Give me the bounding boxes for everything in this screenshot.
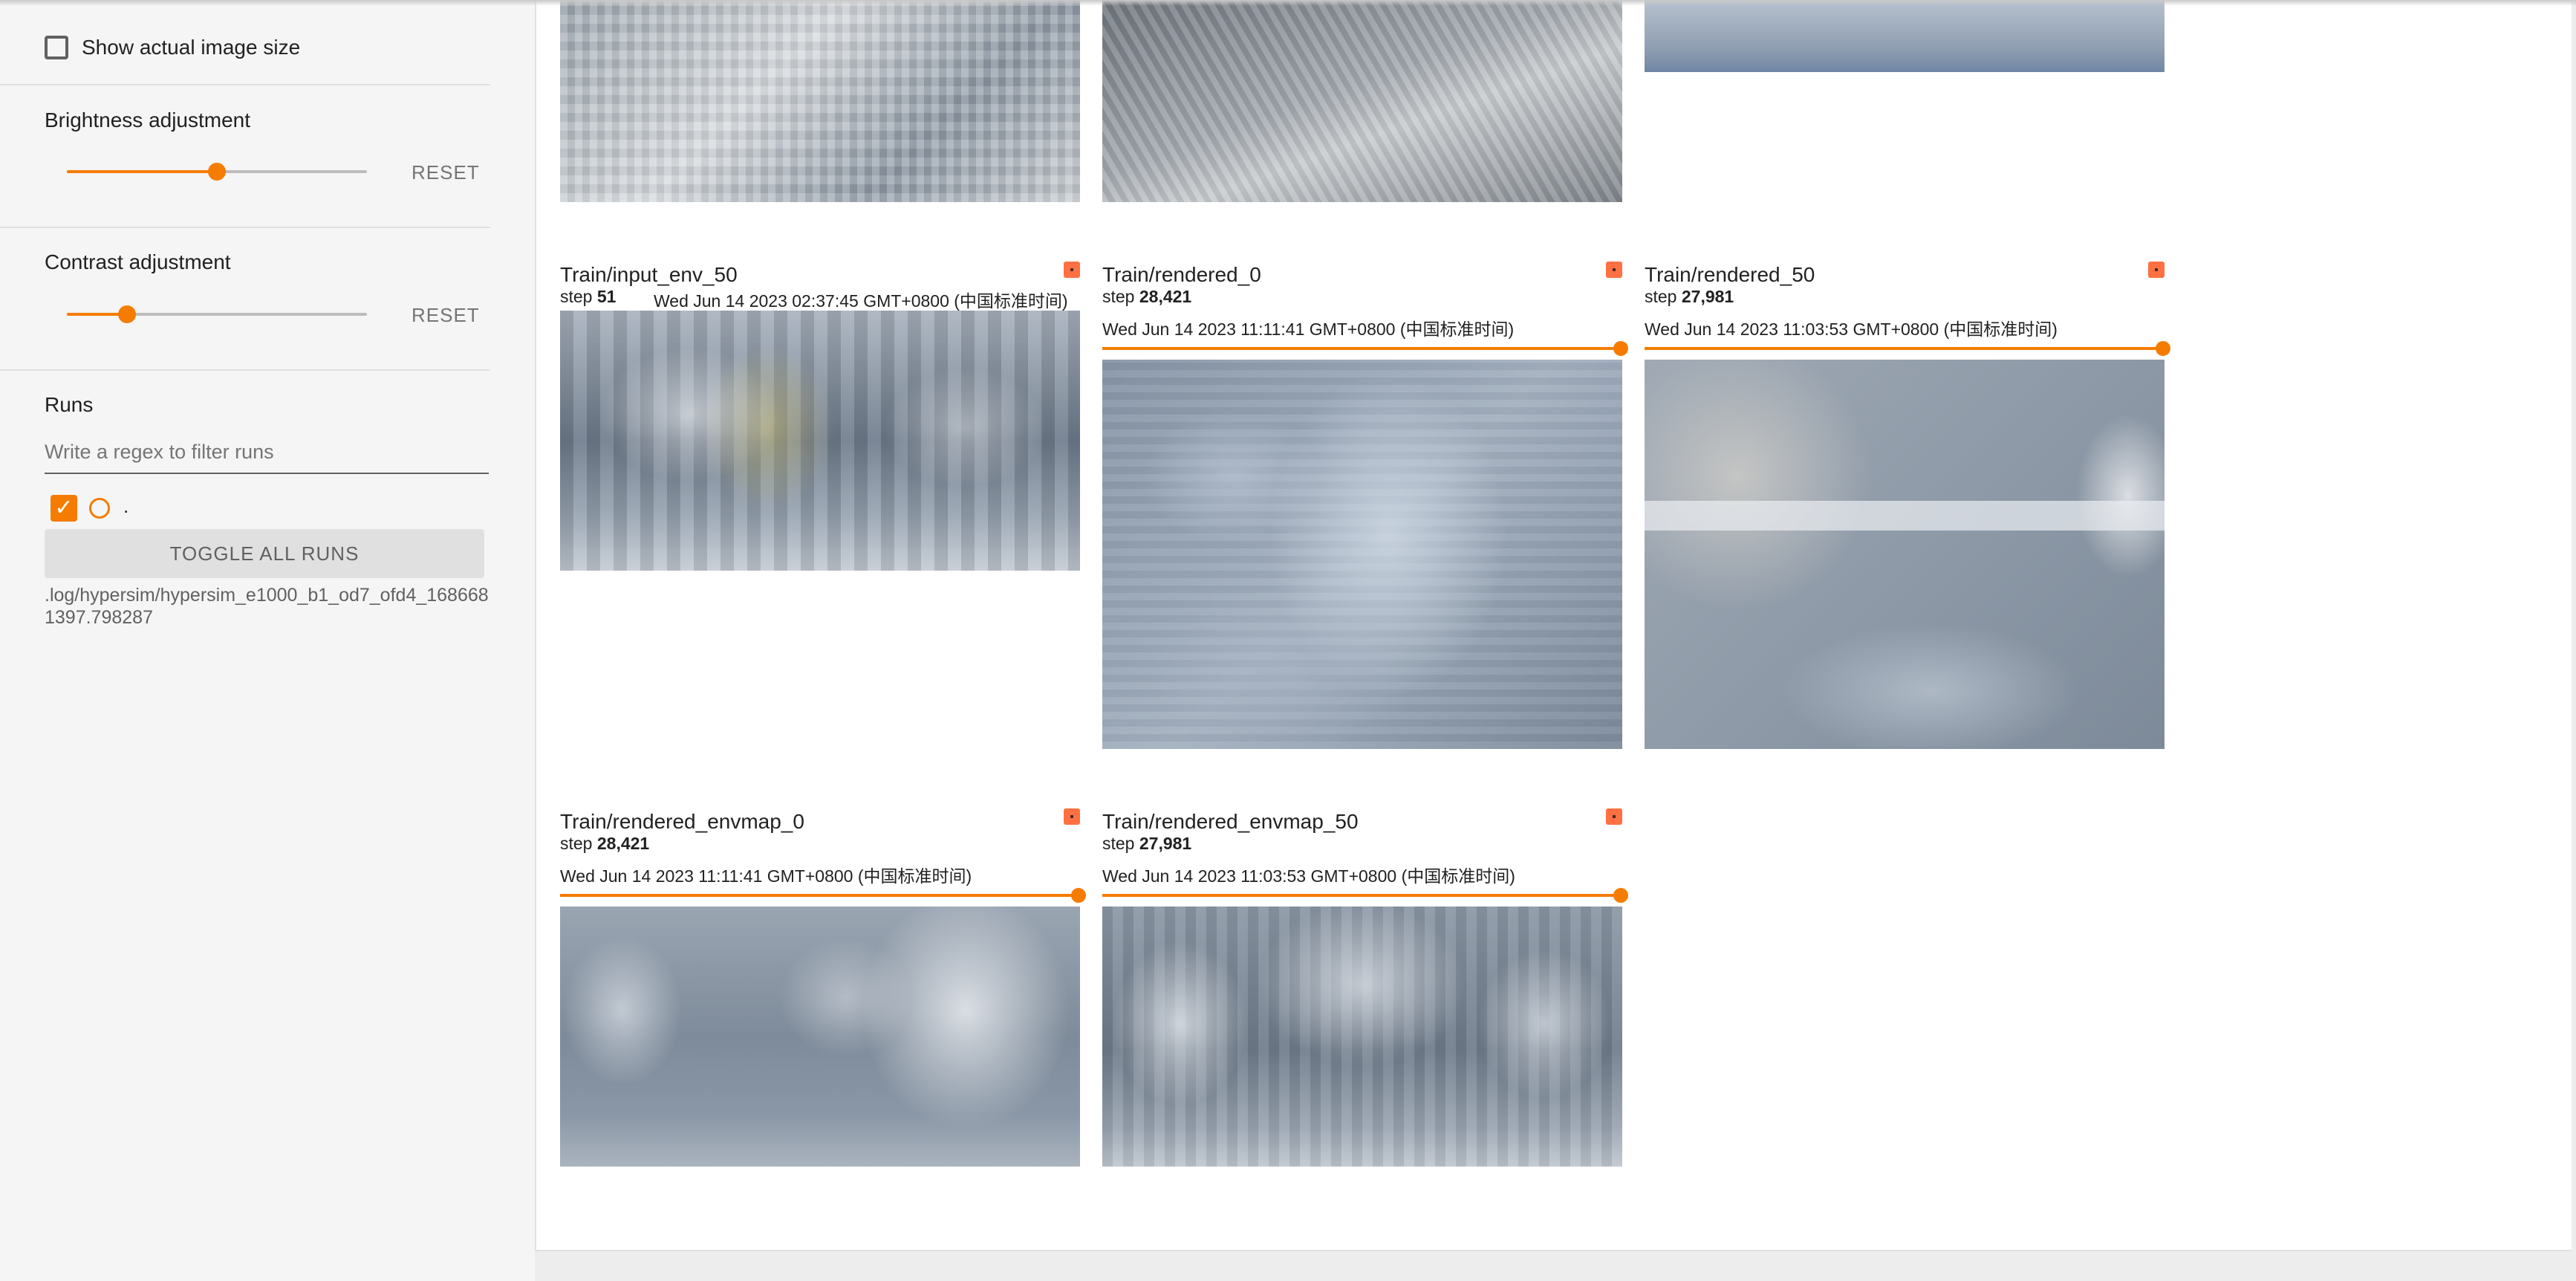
card-image[interactable] xyxy=(560,907,1080,1167)
card-title: Train/input_env_50 xyxy=(560,263,738,286)
run-name: . xyxy=(123,495,129,517)
step-slider-thumb[interactable] xyxy=(1071,888,1086,903)
card-image[interactable] xyxy=(1645,0,2164,72)
run-color-icon[interactable] xyxy=(89,498,110,519)
image-card-rendered-envmap-0: Train/rendered_envmap_0 step 28,421 Wed … xyxy=(560,808,1086,1170)
card-title: Train/rendered_50 xyxy=(1645,263,1815,286)
brightness-label: Brightness adjustment xyxy=(45,108,251,132)
card-image[interactable] xyxy=(1645,360,2164,749)
step-indicator: step 28,421 xyxy=(560,834,650,853)
show-actual-size-checkbox[interactable] xyxy=(45,36,68,59)
card-menu-icon[interactable] xyxy=(2148,262,2164,278)
divider xyxy=(0,369,490,371)
timestamp: Wed Jun 14 2023 11:03:53 GMT+0800 (中国标准时… xyxy=(1645,320,2058,339)
contrast-slider[interactable] xyxy=(67,305,367,323)
show-actual-size-label: Show actual image size xyxy=(82,36,301,59)
brightness-slider[interactable] xyxy=(67,163,367,181)
card-title: Train/rendered_envmap_50 xyxy=(1102,810,1359,833)
top-shadow xyxy=(0,0,2576,6)
image-card-rendered-0: Train/rendered_0 step 28,421 Wed Jun 14 … xyxy=(1102,262,1628,750)
step-indicator: step 28,421 xyxy=(1102,287,1192,306)
card-menu-icon[interactable] xyxy=(1606,808,1622,825)
card-image[interactable] xyxy=(1102,360,1622,749)
step-indicator: step 27,981 xyxy=(1102,834,1192,853)
step-slider-thumb[interactable] xyxy=(1613,888,1628,903)
image-card-rendered-50: Train/rendered_50 step 27,981 Wed Jun 14… xyxy=(1645,262,2170,750)
step-slider[interactable] xyxy=(1102,888,1628,903)
timestamp: Wed Jun 14 2023 11:03:53 GMT+0800 (中国标准时… xyxy=(1102,866,1515,886)
timestamp: Wed Jun 14 2023 11:11:41 GMT+0800 (中国标准时… xyxy=(560,866,972,886)
run-path: .log/hypersim/hypersim_e1000_b1_od7_ofd4… xyxy=(45,585,489,628)
step-slider[interactable] xyxy=(560,888,1086,903)
step-slider-thumb[interactable] xyxy=(1613,341,1628,356)
divider xyxy=(0,84,490,85)
brightness-reset-button[interactable]: RESET xyxy=(412,161,480,184)
card-title: Train/rendered_envmap_0 xyxy=(560,810,804,833)
sidebar: Show actual image size Brightness adjust… xyxy=(0,0,535,1281)
image-dashboard: Train/input_env_50 step 51 Wed Jun 14 20… xyxy=(535,0,2572,1251)
step-slider-thumb[interactable] xyxy=(2156,341,2170,356)
card-menu-icon[interactable] xyxy=(1606,262,1622,278)
step-indicator: step 27,981 xyxy=(1645,287,1734,306)
brightness-slider-thumb[interactable] xyxy=(208,163,226,181)
step-slider[interactable] xyxy=(1102,341,1628,356)
divider xyxy=(0,227,490,228)
run-filter-input[interactable] xyxy=(45,431,489,474)
toggle-all-runs-button[interactable]: TOGGLE ALL RUNS xyxy=(45,529,484,578)
card-image[interactable] xyxy=(560,0,1080,202)
contrast-reset-button[interactable]: RESET xyxy=(412,304,480,327)
card-image[interactable] xyxy=(1102,0,1622,202)
brightness-slider-fill xyxy=(67,170,217,173)
card-title: Train/rendered_0 xyxy=(1102,263,1261,286)
run-checkbox[interactable]: ✓ xyxy=(51,495,77,522)
image-card-input-env-50: Train/input_env_50 step 51 Wed Jun 14 20… xyxy=(560,262,1080,572)
contrast-slider-thumb[interactable] xyxy=(118,305,136,323)
step-slider[interactable] xyxy=(1645,341,2170,356)
image-card-rendered-envmap-50: Train/rendered_envmap_50 step 27,981 Wed… xyxy=(1102,808,1628,1170)
card-menu-icon[interactable] xyxy=(1064,808,1080,825)
card-image[interactable] xyxy=(560,311,1080,571)
timestamp: Wed Jun 14 2023 11:11:41 GMT+0800 (中国标准时… xyxy=(1102,320,1515,339)
card-menu-icon[interactable] xyxy=(1064,262,1080,278)
timestamp: Wed Jun 14 2023 02:37:45 GMT+0800 (中国标准时… xyxy=(654,291,1068,311)
card-image[interactable] xyxy=(1102,907,1622,1167)
contrast-label: Contrast adjustment xyxy=(45,250,231,273)
step-indicator: step 51 xyxy=(560,287,617,306)
runs-title: Runs xyxy=(45,393,94,416)
